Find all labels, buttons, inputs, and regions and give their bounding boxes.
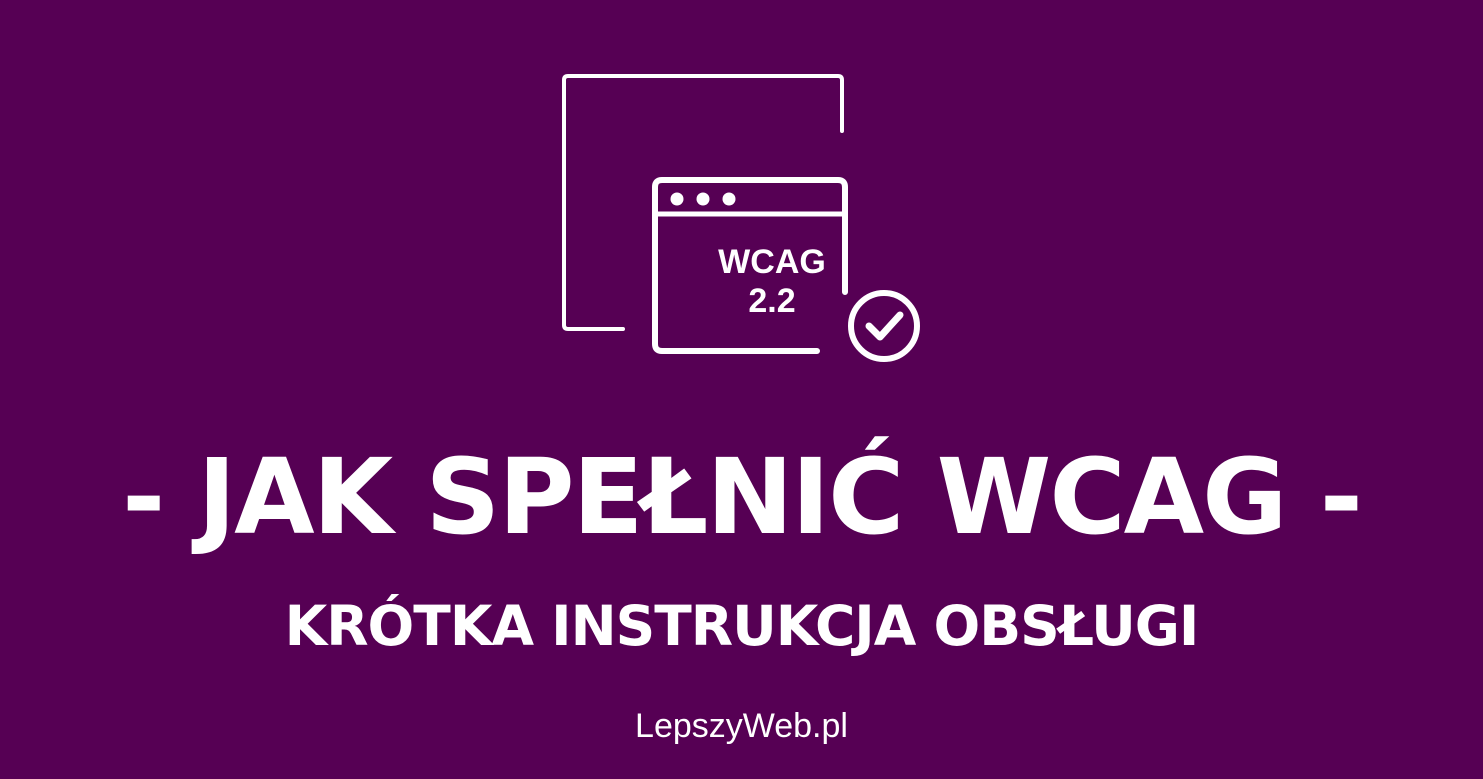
window-dot-2: [696, 192, 710, 206]
badge-line-1: WCAG: [718, 243, 826, 281]
wcag-compliant-window-icon: WCAG 2.2: [555, 70, 935, 370]
site-link[interactable]: LepszyWeb.pl: [0, 704, 1483, 748]
badge-line-2: 2.2: [748, 282, 795, 320]
page-subtitle: KRÓTKA INSTRUKCJA OBSŁUGI: [284, 594, 1200, 658]
window-dot-1: [670, 192, 684, 206]
page-title: - JAK SPEŁNIĆ WCAG -: [122, 436, 1363, 558]
banner: WCAG 2.2 - JAK SPEŁNIĆ WCAG - KRÓTKA INS…: [0, 0, 1483, 779]
window-dot-3: [722, 192, 736, 206]
wcag-illustration-svg: WCAG 2.2: [562, 74, 920, 362]
check-circle-icon: [848, 290, 920, 362]
